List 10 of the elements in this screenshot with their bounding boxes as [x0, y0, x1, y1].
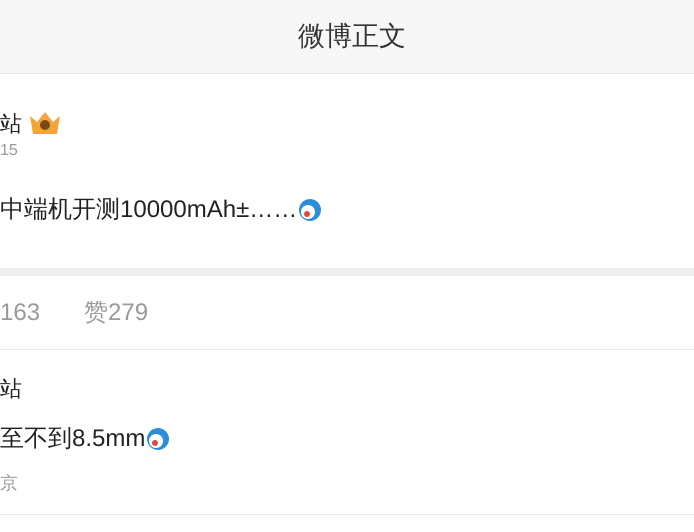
- emoji-icon: [146, 427, 170, 451]
- page-title: 微博正文: [298, 20, 406, 54]
- emoji-icon: [298, 198, 322, 222]
- post-text: 中端机开测10000mAh±……: [0, 195, 298, 225]
- comment-location: 京: [0, 472, 18, 494]
- comment-text: 至不到8.5mm: [0, 424, 146, 454]
- comment-author[interactable]: 站: [0, 372, 22, 404]
- crown-badge-icon: [28, 110, 62, 136]
- post-time: 15: [0, 142, 18, 159]
- author-name[interactable]: 站: [0, 106, 22, 140]
